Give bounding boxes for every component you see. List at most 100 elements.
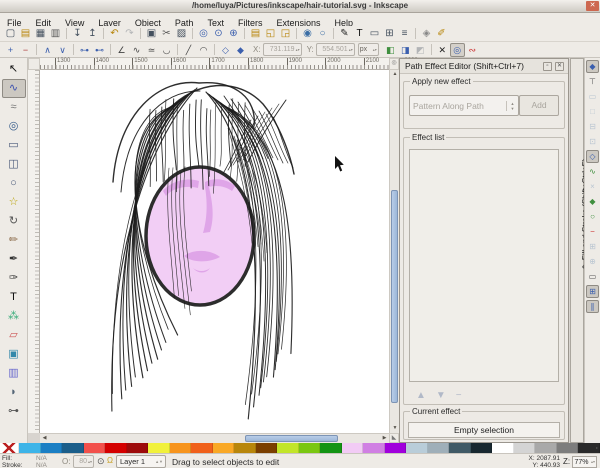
- opacity-spinbox[interactable]: 80 ▴▾: [73, 455, 94, 468]
- palette-swatch-5[interactable]: [105, 443, 127, 453]
- vertical-ruler[interactable]: [28, 70, 40, 433]
- curve-segment-icon[interactable]: ◠: [196, 43, 211, 57]
- chevron-updown-icon[interactable]: ▲▼: [506, 101, 518, 111]
- tool-dropper-icon[interactable]: ◗: [2, 383, 26, 402]
- line-segment-icon[interactable]: ╱: [181, 43, 196, 57]
- edit-mask-icon[interactable]: ◨: [398, 43, 413, 57]
- tool-calligraphy-icon[interactable]: ✑: [2, 269, 26, 288]
- text-dialog-icon[interactable]: T: [352, 27, 367, 41]
- snap-path-intersections-icon[interactable]: ×: [586, 180, 599, 193]
- fill-stroke-dock-tab[interactable]: ✎ Fill and Stroke (Shift+Ctrl+F): [570, 58, 584, 443]
- snap-smooth-nodes-icon[interactable]: ○: [586, 210, 599, 223]
- tool-spray-icon[interactable]: ⁂: [2, 307, 26, 326]
- spin-arrows-icon[interactable]: ▴▾: [88, 460, 92, 464]
- tool-3dbox-icon[interactable]: ◫: [2, 155, 26, 174]
- palette-swatch-25[interactable]: [535, 443, 557, 453]
- palette-swatch-7[interactable]: [148, 443, 170, 453]
- cut-icon[interactable]: ✂: [159, 27, 174, 41]
- effect-type-select[interactable]: Pattern Along Path ▲▼: [409, 95, 519, 116]
- tool-gradient-icon[interactable]: ▥: [2, 364, 26, 383]
- tool-spiral-icon[interactable]: ↻: [2, 212, 26, 231]
- fill-value[interactable]: N/A: [36, 455, 47, 462]
- palette-swatch-2[interactable]: [41, 443, 63, 453]
- open-icon[interactable]: ▤: [18, 27, 33, 41]
- palette-swatch-0[interactable]: [0, 443, 19, 453]
- snap-nodes-icon[interactable]: ◇: [586, 150, 599, 163]
- chevron-updown-icon[interactable]: ▴▾: [373, 48, 377, 52]
- palette-swatch-9[interactable]: [191, 443, 213, 453]
- snap-rotation-centers-icon[interactable]: ⊕: [586, 255, 599, 268]
- snap-bbox-icon[interactable]: ⊤: [586, 75, 599, 88]
- palette-swatch-17[interactable]: [363, 443, 385, 453]
- xml-editor-icon[interactable]: ▭: [367, 27, 382, 41]
- palette-swatch-11[interactable]: [234, 443, 256, 453]
- layer-visibility-eye-icon[interactable]: ⊙: [97, 456, 105, 467]
- palette-swatch-1[interactable]: [19, 443, 41, 453]
- snap-page-border-icon[interactable]: ▭: [586, 270, 599, 283]
- new-document-icon[interactable]: ▢: [3, 27, 18, 41]
- preferences-icon[interactable]: ◈: [419, 27, 434, 41]
- snap-cusp-nodes-icon[interactable]: ◆: [586, 195, 599, 208]
- palette-swatch-21[interactable]: [449, 443, 471, 453]
- unlink-clone-icon[interactable]: ◲: [278, 27, 293, 41]
- tool-selector-icon[interactable]: ↖: [2, 60, 26, 79]
- unit-select[interactable]: px ▴▾: [358, 43, 379, 56]
- edit-clip-icon[interactable]: ◧: [383, 43, 398, 57]
- tool-zoom-icon[interactable]: ◎: [2, 117, 26, 136]
- snap-bbox-centers-icon[interactable]: ⊡: [586, 135, 599, 148]
- print-icon[interactable]: ▥: [48, 27, 63, 41]
- join-nodes-icon[interactable]: ∧: [40, 43, 55, 57]
- sticky-zoom-button[interactable]: ◎: [389, 58, 399, 70]
- corner-node-icon[interactable]: ∠: [114, 43, 129, 57]
- show-handles-icon[interactable]: ◎: [450, 43, 465, 57]
- close-window-button[interactable]: ✕: [586, 1, 599, 11]
- duplicate-icon[interactable]: ▤: [248, 27, 263, 41]
- transform-handles-icon[interactable]: ✕: [435, 43, 450, 57]
- delete-node-icon[interactable]: −: [18, 43, 33, 57]
- layer-lock-icon[interactable]: Ω: [107, 456, 113, 465]
- palette-swatch-16[interactable]: [342, 443, 364, 453]
- tool-pencil-icon[interactable]: ✏: [2, 231, 26, 250]
- spin-arrows-icon[interactable]: ▴▾: [591, 460, 595, 464]
- import-icon[interactable]: ↧: [70, 27, 85, 41]
- snap-bbox-corners-icon[interactable]: □: [586, 105, 599, 118]
- vertical-scrollbar[interactable]: ▲ ▼: [389, 70, 399, 433]
- palette-swatch-22[interactable]: [471, 443, 493, 453]
- palette-swatch-18[interactable]: [385, 443, 407, 453]
- snap-paths-icon[interactable]: ∿: [586, 165, 599, 178]
- drawing-canvas[interactable]: [40, 70, 389, 433]
- palette-swatch-19[interactable]: [406, 443, 428, 453]
- break-nodes-icon[interactable]: ∨: [55, 43, 70, 57]
- add-effect-button[interactable]: Add: [519, 95, 559, 116]
- palette-swatch-20[interactable]: [428, 443, 450, 453]
- palette-swatch-24[interactable]: [514, 443, 536, 453]
- ungroup-icon[interactable]: ○: [315, 27, 330, 41]
- palette-swatch-14[interactable]: [299, 443, 321, 453]
- tool-text-icon[interactable]: T: [2, 288, 26, 307]
- palette-swatch-8[interactable]: [170, 443, 192, 453]
- next-path-effect-icon[interactable]: ◩: [413, 43, 428, 57]
- layers-dialog-icon[interactable]: ≡: [397, 27, 412, 41]
- horizontal-ruler[interactable]: 1300140015001600170018001900200021002200: [40, 58, 389, 70]
- zoom-selection-icon[interactable]: ◎: [196, 27, 211, 41]
- auto-node-icon[interactable]: ◡: [159, 43, 174, 57]
- export-icon[interactable]: ↥: [85, 27, 100, 41]
- tool-star-icon[interactable]: ☆: [2, 193, 26, 212]
- palette-swatch-4[interactable]: [84, 443, 106, 453]
- panel-close-button[interactable]: ✕: [555, 62, 564, 71]
- layer-select[interactable]: Layer 1 ▲▼: [116, 455, 166, 468]
- clone-icon[interactable]: ◱: [263, 27, 278, 41]
- join-segment-icon[interactable]: ⊶: [77, 43, 92, 57]
- effect-list-box[interactable]: [409, 149, 559, 382]
- snap-midpoints-icon[interactable]: −: [586, 225, 599, 238]
- spin-arrows-icon[interactable]: ▴▾: [296, 48, 300, 52]
- smooth-node-icon[interactable]: ∿: [129, 43, 144, 57]
- spin-arrows-icon[interactable]: ▴▾: [349, 48, 353, 52]
- save-icon[interactable]: ▦: [33, 27, 48, 41]
- copy-icon[interactable]: ▣: [144, 27, 159, 41]
- zoom-page-icon[interactable]: ⊕: [226, 27, 241, 41]
- snap-enable-icon[interactable]: ◆: [586, 60, 599, 73]
- panel-minimize-button[interactable]: ▫: [543, 62, 552, 71]
- tool-tweak-icon[interactable]: ≈: [2, 98, 26, 117]
- undo-icon[interactable]: ↶: [107, 27, 122, 41]
